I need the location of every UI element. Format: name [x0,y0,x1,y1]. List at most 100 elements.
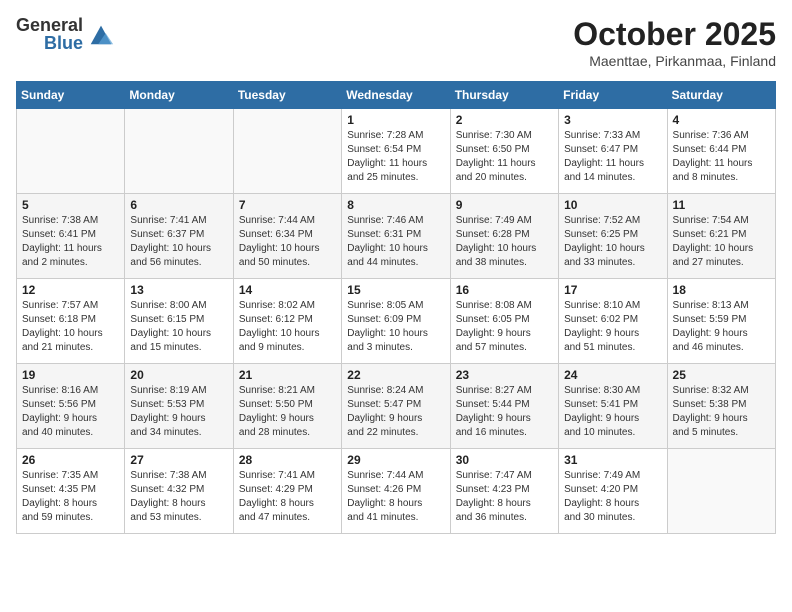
day-number: 18 [673,283,770,297]
calendar-cell [17,109,125,194]
day-info: Sunrise: 8:30 AM Sunset: 5:41 PM Dayligh… [564,384,661,440]
day-number: 14 [239,283,336,297]
day-info: Sunrise: 7:30 AM Sunset: 6:50 PM Dayligh… [456,129,553,185]
day-number: 22 [347,368,444,382]
calendar-cell: 21 Sunrise: 8:21 AM Sunset: 5:50 PM Dayli… [233,364,341,449]
day-info: Sunrise: 7:41 AM Sunset: 6:37 PM Dayligh… [130,214,227,270]
day-info: Sunrise: 7:38 AM Sunset: 6:41 PM Dayligh… [22,214,119,270]
calendar-cell: 30 Sunrise: 7:47 AM Sunset: 4:23 PM Dayli… [450,449,558,534]
logo-blue: Blue [44,34,83,52]
calendar-cell: 11 Sunrise: 7:54 AM Sunset: 6:21 PM Dayli… [667,194,775,279]
day-info: Sunrise: 7:41 AM Sunset: 4:29 PM Dayligh… [239,469,336,525]
day-info: Sunrise: 8:27 AM Sunset: 5:44 PM Dayligh… [456,384,553,440]
weekday-header-thursday: Thursday [450,82,558,109]
day-number: 30 [456,453,553,467]
calendar-week-3: 12 Sunrise: 7:57 AM Sunset: 6:18 PM Dayli… [17,279,776,364]
day-info: Sunrise: 7:57 AM Sunset: 6:18 PM Dayligh… [22,299,119,355]
calendar-cell: 25 Sunrise: 8:32 AM Sunset: 5:38 PM Dayli… [667,364,775,449]
calendar-cell: 10 Sunrise: 7:52 AM Sunset: 6:25 PM Dayli… [559,194,667,279]
calendar-cell: 12 Sunrise: 7:57 AM Sunset: 6:18 PM Dayli… [17,279,125,364]
title-section: October 2025 Maenttae, Pirkanmaa, Finlan… [573,16,776,69]
day-number: 5 [22,198,119,212]
day-info: Sunrise: 8:10 AM Sunset: 6:02 PM Dayligh… [564,299,661,355]
day-number: 3 [564,113,661,127]
day-number: 25 [673,368,770,382]
day-number: 24 [564,368,661,382]
day-number: 23 [456,368,553,382]
calendar-cell: 24 Sunrise: 8:30 AM Sunset: 5:41 PM Dayli… [559,364,667,449]
calendar-week-4: 19 Sunrise: 8:16 AM Sunset: 5:56 PM Dayli… [17,364,776,449]
calendar-cell: 29Sunrise: 7:44 AM Sunset: 4:26 PM Dayli… [342,449,450,534]
calendar-cell: 16Sunrise: 8:08 AM Sunset: 6:05 PM Dayli… [450,279,558,364]
day-info: Sunrise: 7:44 AM Sunset: 4:26 PM Dayligh… [347,469,444,525]
calendar-cell: 5 Sunrise: 7:38 AM Sunset: 6:41 PM Daylig… [17,194,125,279]
calendar-table: SundayMondayTuesdayWednesdayThursdayFrid… [16,81,776,534]
logo: General Blue [16,16,115,52]
day-info: Sunrise: 7:49 AM Sunset: 6:28 PM Dayligh… [456,214,553,270]
day-info: Sunrise: 8:13 AM Sunset: 5:59 PM Dayligh… [673,299,770,355]
calendar-cell: 6Sunrise: 7:41 AM Sunset: 6:37 PM Daylig… [125,194,233,279]
weekday-header-saturday: Saturday [667,82,775,109]
weekday-header-sunday: Sunday [17,82,125,109]
calendar-cell: 18 Sunrise: 8:13 AM Sunset: 5:59 PM Dayli… [667,279,775,364]
month-title: October 2025 [573,16,776,53]
day-number: 4 [673,113,770,127]
calendar-cell: 13 Sunrise: 8:00 AM Sunset: 6:15 PM Dayli… [125,279,233,364]
weekday-header-wednesday: Wednesday [342,82,450,109]
day-info: Sunrise: 8:00 AM Sunset: 6:15 PM Dayligh… [130,299,227,355]
day-info: Sunrise: 7:44 AM Sunset: 6:34 PM Dayligh… [239,214,336,270]
day-number: 31 [564,453,661,467]
day-info: Sunrise: 8:32 AM Sunset: 5:38 PM Dayligh… [673,384,770,440]
day-info: Sunrise: 7:28 AM Sunset: 6:54 PM Dayligh… [347,129,444,185]
day-info: Sunrise: 8:08 AM Sunset: 6:05 PM Dayligh… [456,299,553,355]
calendar-cell: 2 Sunrise: 7:30 AM Sunset: 6:50 PM Daylig… [450,109,558,194]
day-info: Sunrise: 8:24 AM Sunset: 5:47 PM Dayligh… [347,384,444,440]
day-number: 20 [130,368,227,382]
calendar-cell: 31 Sunrise: 7:49 AM Sunset: 4:20 PM Dayli… [559,449,667,534]
calendar-cell: 7 Sunrise: 7:44 AM Sunset: 6:34 PM Daylig… [233,194,341,279]
calendar-cell: 4Sunrise: 7:36 AM Sunset: 6:44 PM Daylig… [667,109,775,194]
day-number: 28 [239,453,336,467]
day-info: Sunrise: 7:49 AM Sunset: 4:20 PM Dayligh… [564,469,661,525]
day-number: 2 [456,113,553,127]
day-info: Sunrise: 7:38 AM Sunset: 4:32 PM Dayligh… [130,469,227,525]
day-number: 8 [347,198,444,212]
calendar-cell: 8Sunrise: 7:46 AM Sunset: 6:31 PM Daylig… [342,194,450,279]
calendar-cell: 3 Sunrise: 7:33 AM Sunset: 6:47 PM Daylig… [559,109,667,194]
calendar-week-5: 26 Sunrise: 7:35 AM Sunset: 4:35 PM Dayli… [17,449,776,534]
page-header: General Blue October 2025 Maenttae, Pirk… [16,16,776,69]
calendar-cell: 9Sunrise: 7:49 AM Sunset: 6:28 PM Daylig… [450,194,558,279]
day-info: Sunrise: 7:52 AM Sunset: 6:25 PM Dayligh… [564,214,661,270]
calendar-cell: 14 Sunrise: 8:02 AM Sunset: 6:12 PM Dayli… [233,279,341,364]
day-info: Sunrise: 8:16 AM Sunset: 5:56 PM Dayligh… [22,384,119,440]
calendar-cell: 22 Sunrise: 8:24 AM Sunset: 5:47 PM Dayli… [342,364,450,449]
day-number: 1 [347,113,444,127]
calendar-cell [667,449,775,534]
day-number: 11 [673,198,770,212]
weekday-header-monday: Monday [125,82,233,109]
day-number: 19 [22,368,119,382]
day-info: Sunrise: 8:21 AM Sunset: 5:50 PM Dayligh… [239,384,336,440]
day-info: Sunrise: 7:35 AM Sunset: 4:35 PM Dayligh… [22,469,119,525]
day-number: 21 [239,368,336,382]
calendar-cell: 27Sunrise: 7:38 AM Sunset: 4:32 PM Dayli… [125,449,233,534]
day-info: Sunrise: 7:47 AM Sunset: 4:23 PM Dayligh… [456,469,553,525]
day-number: 13 [130,283,227,297]
day-info: Sunrise: 7:54 AM Sunset: 6:21 PM Dayligh… [673,214,770,270]
day-info: Sunrise: 7:33 AM Sunset: 6:47 PM Dayligh… [564,129,661,185]
logo-icon [87,20,115,48]
day-info: Sunrise: 8:02 AM Sunset: 6:12 PM Dayligh… [239,299,336,355]
day-number: 26 [22,453,119,467]
day-number: 12 [22,283,119,297]
calendar-cell: 19 Sunrise: 8:16 AM Sunset: 5:56 PM Dayli… [17,364,125,449]
day-number: 17 [564,283,661,297]
calendar-cell: 17 Sunrise: 8:10 AM Sunset: 6:02 PM Dayli… [559,279,667,364]
weekday-header-friday: Friday [559,82,667,109]
day-number: 10 [564,198,661,212]
calendar-header: SundayMondayTuesdayWednesdayThursdayFrid… [17,82,776,109]
calendar-week-2: 5 Sunrise: 7:38 AM Sunset: 6:41 PM Daylig… [17,194,776,279]
day-info: Sunrise: 8:19 AM Sunset: 5:53 PM Dayligh… [130,384,227,440]
logo-general: General [16,16,83,34]
day-number: 7 [239,198,336,212]
calendar-cell: 23 Sunrise: 8:27 AM Sunset: 5:44 PM Dayli… [450,364,558,449]
